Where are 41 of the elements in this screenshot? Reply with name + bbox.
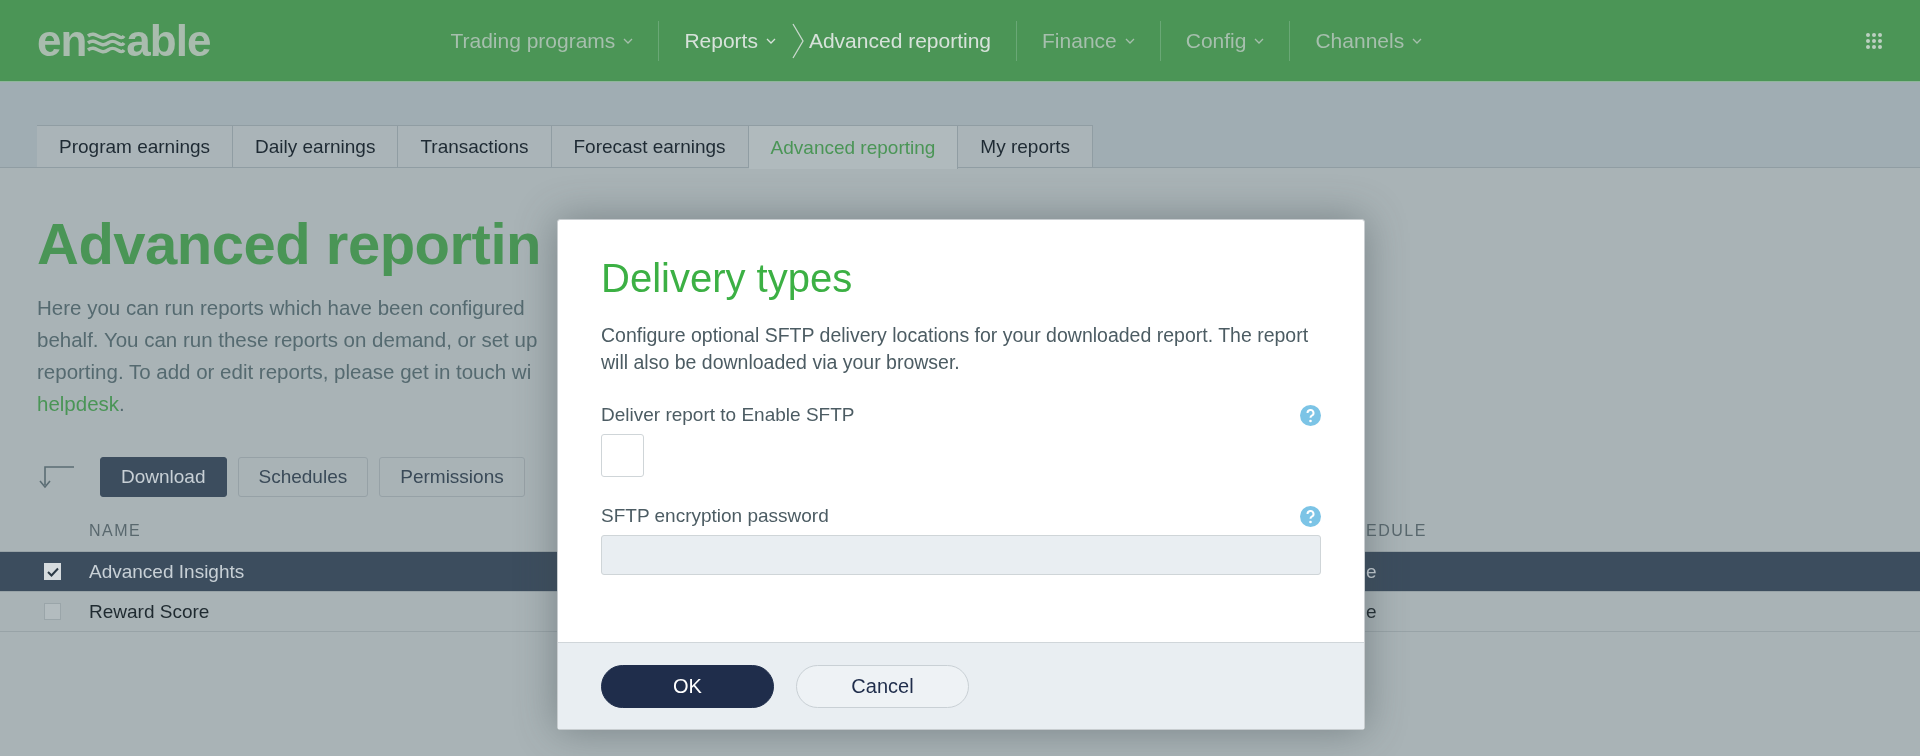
field-label: SFTP encryption password [601,505,829,527]
row-checkbox[interactable] [44,563,61,580]
toolbar-button[interactable]: Schedules [237,457,369,497]
apps-grid-icon[interactable] [1865,31,1883,50]
caret-icon [1124,37,1135,44]
nav-menu[interactable]: Reports [659,20,801,61]
table-cell-text: e [1366,600,1378,623]
dialog-title: Delivery types [601,255,854,302]
help-icon[interactable] [1300,505,1321,527]
dialog-description: Configure optional SFTP delivery locations for your downloaded report. The report will also be downloaded via your browser. [601,323,1310,375]
tab[interactable]: Transactions [398,125,552,167]
logo-text: en [37,15,87,66]
nav-link[interactable]: Advanced reporting [808,20,1017,61]
caret-icon [765,37,776,44]
column-header: NAME [89,522,143,540]
cancel-button[interactable]: Cancel [796,664,969,708]
row-checkbox[interactable] [44,603,61,620]
check-icon [46,566,59,577]
password-field[interactable] [601,535,1321,575]
toolbar-button[interactable]: Permissions [379,457,525,497]
table-cell-text: Advanced Insights [89,560,246,583]
field-label: Deliver report to Enable SFTP [601,404,855,426]
intro-paragraph: Here you can run reports which have been configured behalf. You can run these reports on demand, or set up reporting. To add or edit reports, please get in touch wi helpdesk. [37,295,538,417]
tab[interactable]: Daily earnings [233,125,399,167]
table-cell-text: Reward Score [89,600,211,623]
tab[interactable]: Forecast earnings [551,125,749,167]
help-icon[interactable] [1300,404,1321,426]
download-button[interactable]: Download [100,457,227,497]
page-title: Advanced reportin [37,212,542,276]
caret-icon [1412,37,1423,44]
logo-text: able [126,15,211,66]
caret-icon [1254,37,1265,44]
ok-button[interactable]: OK [601,664,774,708]
breadcrumb-chevron-icon [790,22,805,59]
column-header: EDULE [1366,522,1428,540]
return-arrow-icon[interactable] [37,464,75,490]
table-cell-text: e [1366,560,1378,583]
caret-icon [623,37,634,44]
tab[interactable]: My reports [958,125,1094,167]
checkbox[interactable] [601,434,644,477]
tab[interactable]: Program earnings [37,125,234,167]
